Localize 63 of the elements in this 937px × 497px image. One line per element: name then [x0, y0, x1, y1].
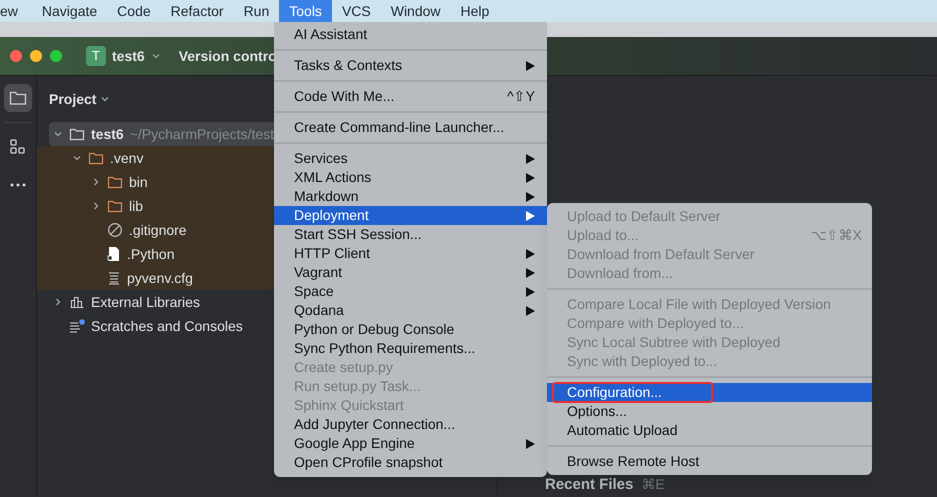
tree-label: test6	[91, 124, 124, 144]
project-folder-icon[interactable]	[4, 84, 32, 112]
scratches-icon	[69, 319, 85, 333]
menu-item[interactable]: Python or Debug Console	[274, 320, 547, 339]
menu-bar-item[interactable]: Run	[234, 0, 280, 22]
maximize-window-button[interactable]	[50, 50, 62, 62]
project-panel-title[interactable]: Project	[49, 88, 96, 110]
recent-files-shortcut: ⌘E	[641, 474, 665, 494]
menu-bar-item[interactable]: Help	[450, 0, 500, 22]
tree-label: .gitignore	[129, 220, 187, 240]
submenu-item[interactable]: Automatic Upload	[547, 420, 872, 441]
project-path: ~/PycharmProjects/test	[130, 124, 274, 144]
menu-item[interactable]: Open CProfile snapshot	[274, 453, 547, 472]
library-icon	[69, 295, 85, 309]
menu-bar-item[interactable]: ew	[0, 0, 32, 22]
tree-label: lib	[129, 196, 144, 216]
menu-item[interactable]: Tasks & Contexts	[274, 56, 547, 75]
submenu-item[interactable]: Options...	[547, 401, 872, 422]
tree-label: pyvenv.cfg	[127, 268, 193, 288]
shortcut-label: ^⇧Y	[507, 87, 535, 106]
menu-bar-item[interactable]: Tools	[279, 0, 332, 22]
menu-item[interactable]: Qodana	[274, 301, 547, 320]
ignore-file-icon	[107, 222, 123, 238]
dropdown-chevron-icon[interactable]	[100, 94, 110, 104]
menu-item[interactable]: Code With Me... ^⇧Y	[274, 87, 547, 106]
chevron-right-icon[interactable]	[91, 177, 101, 187]
menu-item[interactable]: Deployment	[274, 206, 547, 225]
project-badge: T	[86, 46, 106, 66]
project-selector[interactable]: T test6	[86, 46, 161, 66]
submenu-item[interactable]: Configuration...	[547, 382, 872, 403]
minimize-window-button[interactable]	[30, 50, 42, 62]
menu-bar-item[interactable]: Navigate	[32, 0, 108, 22]
menu-bar-item[interactable]: VCS	[332, 0, 381, 22]
menu-item[interactable]: Sync Python Requirements...	[274, 339, 547, 358]
chevron-right-icon[interactable]	[53, 297, 63, 307]
chevron-down-icon[interactable]	[72, 153, 82, 163]
recent-files-hint: Recent Files	[545, 474, 634, 494]
tree-label: External Libraries	[91, 292, 200, 312]
menu-item[interactable]: Add Jupyter Connection...	[274, 415, 547, 434]
submenu-arrow-icon	[526, 60, 535, 70]
tree-label: .Python	[127, 244, 174, 264]
tree-label: .venv	[110, 148, 144, 168]
file-icon	[107, 246, 121, 262]
folder-icon	[88, 151, 104, 165]
folder-icon	[69, 127, 85, 141]
project-name: test6	[112, 46, 145, 66]
chevron-right-icon[interactable]	[91, 201, 101, 211]
folder-icon	[107, 175, 123, 189]
menu-bar-item[interactable]: Refactor	[160, 0, 234, 22]
tree-label: Scratches and Consoles	[91, 316, 243, 336]
chevron-down-icon[interactable]	[150, 51, 161, 61]
close-window-button[interactable]	[10, 50, 22, 62]
submenu-item[interactable]: Browse Remote Host	[547, 451, 872, 472]
submenu-arrow-icon	[526, 438, 535, 448]
menu-item[interactable]: AI Assistant	[274, 25, 547, 44]
chevron-down-icon[interactable]	[53, 129, 63, 139]
menu-item[interactable]: Google App Engine	[274, 434, 547, 453]
tree-label: bin	[129, 172, 148, 192]
shortcut-label: ⌥⇧⌘X	[810, 226, 862, 245]
menu-bar-item[interactable]: Code	[107, 0, 161, 22]
menu-bar-item[interactable]: Window	[380, 0, 451, 22]
text-file-icon	[107, 271, 121, 285]
folder-icon	[107, 199, 123, 213]
